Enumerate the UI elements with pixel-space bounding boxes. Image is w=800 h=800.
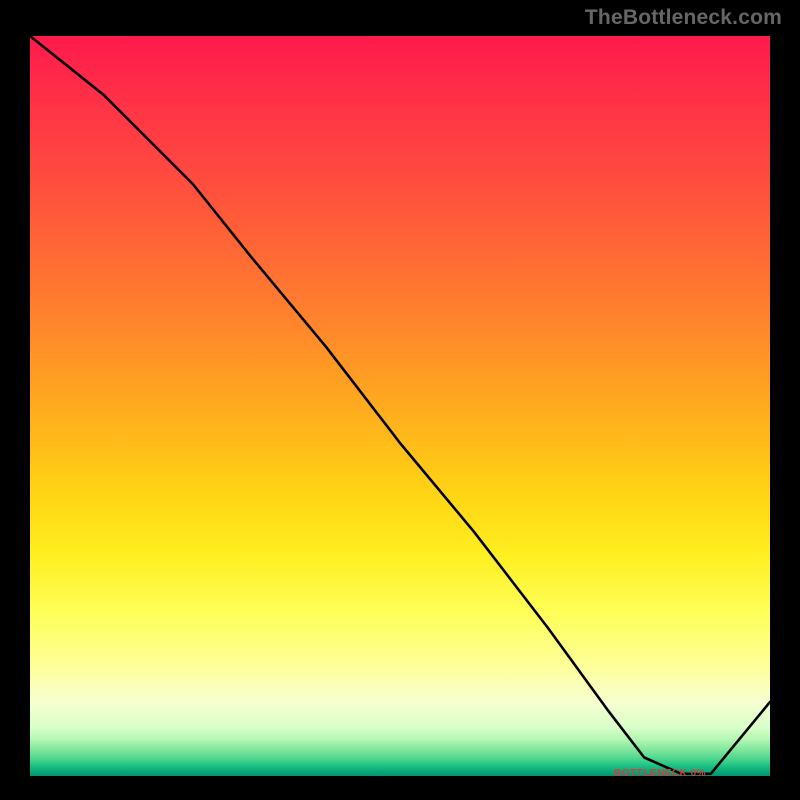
chart-container: TheBottleneck.com BOTTLENECK 0%: [0, 0, 800, 800]
plot-area: BOTTLENECK 0%: [30, 36, 770, 776]
curve-svg: [30, 36, 770, 776]
bottleneck-curve: [30, 36, 770, 774]
attribution-label: TheBottleneck.com: [585, 6, 782, 30]
bottleneck-zero-label: BOTTLENECK 0%: [614, 768, 706, 779]
